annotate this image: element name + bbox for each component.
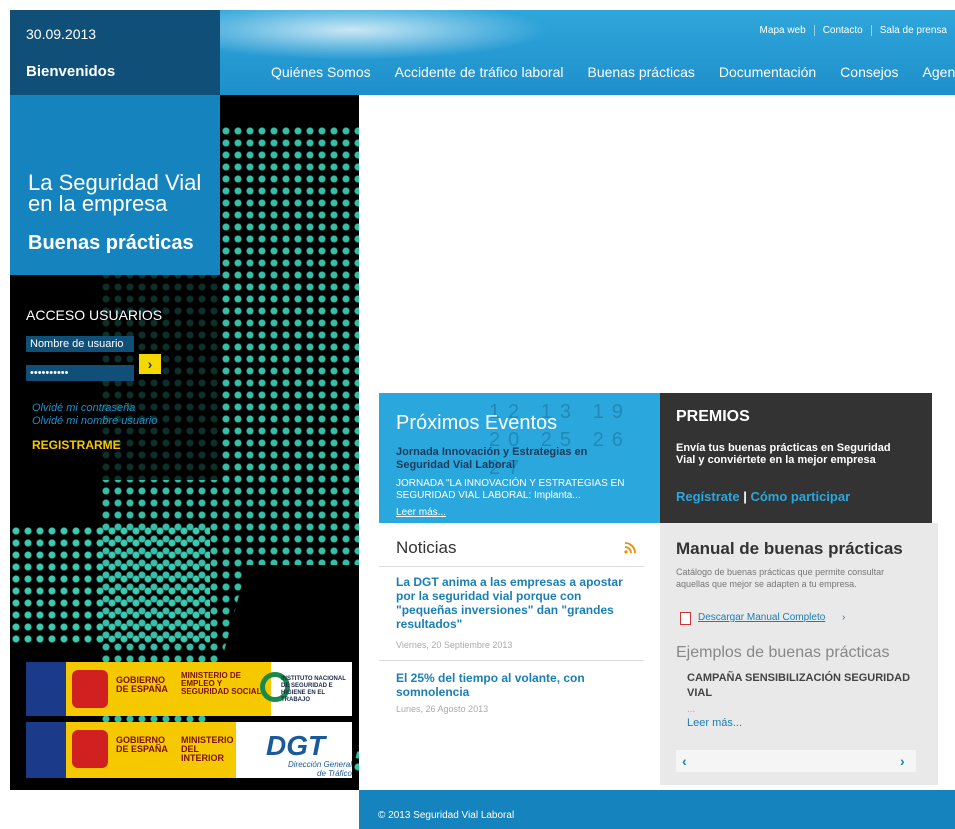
news-item-headline[interactable]: La DGT anima a las empresas a apostar po… [396,575,631,631]
gov-panel: GOBIERNO DE ESPAÑA MINISTERIO DE EMPLEO … [26,662,271,716]
link-sala-prensa[interactable]: Sala de prensa [870,25,955,36]
news-divider [379,660,644,661]
forgot-username-link[interactable]: Olvidé mi nombre usuario [32,415,157,427]
nav-agenda[interactable]: Agenda [914,64,955,80]
manual-title: Manual de buenas prácticas [676,539,903,558]
login-submit-button[interactable]: › [139,354,161,374]
link-contacto[interactable]: Contacto [813,25,871,36]
header-left-panel [10,10,220,95]
awards-title: PREMIOS [676,408,750,425]
nav-accidente-trafico[interactable]: Accidente de tráfico laboral [386,64,579,80]
dgt-logo: DGT [266,730,326,761]
ministry-label: MINISTERIO DEL INTERIOR [181,735,234,763]
pdf-icon [680,612,691,625]
arrow-right-icon: › [842,612,846,623]
register-award-link[interactable]: Regístrate [676,489,740,504]
news-title: Noticias [396,538,457,557]
institute-label: INSTITUTO NACIONAL DE SEGURIDAD E HIGIEN… [281,676,346,703]
register-link[interactable]: REGISTRARME [32,438,121,452]
news-item-date: Viernes, 20 Septiembre 2013 [396,640,513,650]
current-date: 30.09.2013 [26,26,97,42]
password-input[interactable] [26,365,134,381]
forgot-password-link[interactable]: Olvidé mi contraseña [32,402,135,414]
chevron-right-icon[interactable]: › [900,753,905,769]
gov-panel: GOBIERNO DE ESPAÑA MINISTERIO DEL INTERI… [26,722,236,778]
gov-label: GOBIERNO DE ESPAÑA [116,735,168,754]
example-item-title[interactable]: CAMPAÑA SENSIBILIZACIÓN SEGURIDAD VIAL [687,671,927,701]
site-tagline: La Seguridad Vial en la empresa [28,170,202,216]
utility-links: Mapa web Contacto Sala de prensa [752,25,955,36]
site-subtitle: Buenas prácticas [28,232,194,254]
awards-text: Envía tus buenas prácticas en Seguridad … [676,442,891,466]
events-title: Próximos Eventos [396,412,558,434]
news-item-date: Lunes, 26 Agosto 2013 [396,704,489,714]
nav-buenas-practicas[interactable]: Buenas prácticas [578,64,709,80]
event-headline[interactable]: Jornada Innovación y Estrategias en Segu… [396,446,616,472]
manual-description: Catálogo de buenas prácticas que permite… [676,567,885,589]
link-mapa-web[interactable]: Mapa web [752,25,814,36]
awards-links: Regístrate | Cómo participar [676,489,850,504]
eu-flag-icon [26,662,66,716]
ministry-label: MINISTERIO DE EMPLEO Y SEGURIDAD SOCIAL [181,671,262,696]
welcome-text: Bienvenidos [26,63,116,80]
examples-slider-controls [676,750,916,772]
nav-documentacion[interactable]: Documentación [710,64,831,80]
news-item-headline[interactable]: El 25% del tiempo al volante, con somnol… [396,671,631,699]
example-read-more-link[interactable]: Leer más... [687,717,742,729]
eu-flag-icon [26,722,66,778]
download-manual-link[interactable]: Descargar Manual Completo [698,612,825,623]
username-input[interactable] [26,336,134,352]
awards-link-separator: | [743,489,747,504]
logos-banner-interior[interactable]: GOBIERNO DE ESPAÑA MINISTERIO DEL INTERI… [26,722,352,778]
examples-title: Ejemplos de buenas prácticas [676,644,890,661]
event-summary: JORNADA "LA INNOVACIÓN Y ESTRATEGIAS EN … [396,478,625,501]
login-title: ACCESO USUARIOS [26,307,163,323]
coat-of-arms-icon [72,670,108,708]
nav-consejos[interactable]: Consejos [831,64,913,80]
copyright-text: © 2013 Seguridad Vial Laboral [378,810,515,821]
dgt-subtitle: Dirección General de Tráfico [287,760,352,778]
main-nav: Quiénes Somos Accidente de tráfico labor… [262,64,955,80]
logos-banner-empleo[interactable]: GOBIERNO DE ESPAÑA MINISTERIO DE EMPLEO … [26,662,352,716]
how-to-participate-link[interactable]: Cómo participar [750,489,850,504]
header-cloud-image [220,10,550,60]
gov-label: GOBIERNO DE ESPAÑA [116,675,168,694]
nav-quienes-somos[interactable]: Quiénes Somos [262,64,386,80]
news-divider [379,566,644,567]
coat-of-arms-icon [72,730,108,768]
chevron-left-icon[interactable]: ‹ [682,753,687,769]
event-read-more-link[interactable]: Leer más... [396,507,446,518]
traffic-light-figure-arm [10,525,210,645]
example-ellipsis: ... [687,704,696,715]
rss-icon[interactable] [624,542,636,554]
